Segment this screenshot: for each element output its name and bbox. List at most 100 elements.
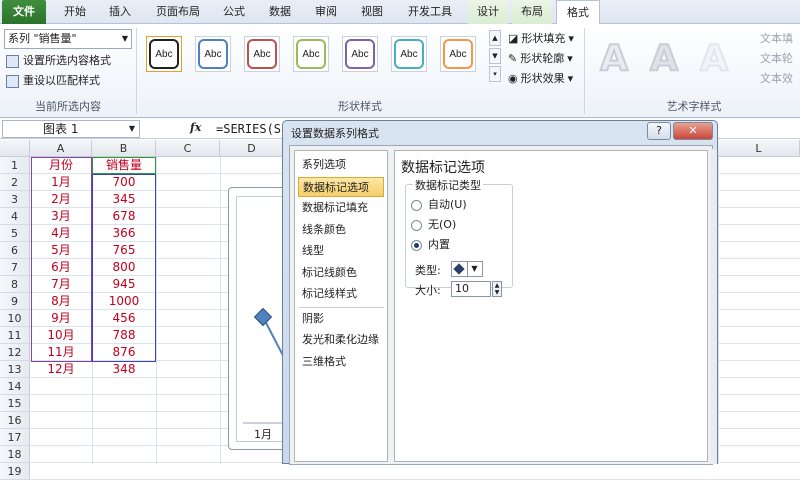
tab-view[interactable]: 视图	[352, 0, 392, 24]
nav-item-0[interactable]: 系列选项	[298, 155, 384, 175]
close-button[interactable]: ✕	[673, 122, 713, 140]
marker-type-dropdown[interactable]: ▼	[451, 261, 483, 277]
shape-style-swatch[interactable]: Abc	[195, 36, 231, 72]
nav-item-6[interactable]: 标记线样式	[298, 284, 384, 304]
selection-dropdown[interactable]: 系列 "销售量" ▼	[4, 29, 132, 49]
shape-effects-icon: ◉	[508, 72, 518, 85]
shape-style-swatch[interactable]: Abc	[440, 36, 476, 72]
insert-function-icon[interactable]: fx	[190, 121, 201, 134]
column-header-b[interactable]: B	[92, 140, 156, 157]
nav-item-5[interactable]: 标记线颜色	[298, 263, 384, 283]
shape-outline-button[interactable]: ✎ 形状轮廓 ▾	[508, 50, 573, 68]
wordart-style-1[interactable]: A	[592, 34, 636, 82]
shape-style-preview: Abc	[198, 39, 228, 69]
wordart-style-2[interactable]: A	[642, 34, 686, 82]
select-all-corner[interactable]	[0, 140, 30, 157]
shape-style-swatch[interactable]: Abc	[146, 36, 182, 72]
chevron-down-icon: ▼	[121, 34, 128, 43]
dialog-body: 系列选项 数据标记选项 数据标记填充 线条颜色 线型 标记线颜色 标记线样式阴影 发光和柔化边…	[289, 145, 713, 465]
row-header[interactable]: 12	[0, 344, 30, 361]
gallery-scroll-up[interactable]: ▲	[489, 30, 501, 46]
column-header-d[interactable]: D	[220, 140, 284, 157]
group-label-current-selection: 当前所选内容	[35, 100, 101, 113]
shape-style-preview: Abc	[296, 39, 326, 69]
text-fill-button[interactable]: 文本填	[760, 30, 793, 48]
row-header[interactable]: 9	[0, 293, 30, 310]
tab-page-layout[interactable]: 页面布局	[146, 0, 210, 24]
shape-style-swatch[interactable]: Abc	[244, 36, 280, 72]
shape-style-swatch[interactable]: Abc	[293, 36, 329, 72]
nav-item-2[interactable]: 数据标记填充	[298, 198, 384, 218]
column-header-c[interactable]: C	[156, 140, 220, 157]
nav-item-4[interactable]: 线型	[298, 241, 384, 261]
tab-file[interactable]: 文件	[2, 0, 46, 24]
cell-sales[interactable]: 348	[92, 361, 156, 378]
shape-fill-button[interactable]: ◪ 形状填充 ▾	[508, 30, 574, 48]
tab-chart-format[interactable]: 格式	[556, 0, 600, 25]
radio-built-in[interactable]: 内置	[411, 237, 450, 253]
row-header[interactable]: 3	[0, 191, 30, 208]
shape-effects-button[interactable]: ◉ 形状效果 ▾	[508, 70, 573, 88]
marker-size-input[interactable]: 10	[451, 281, 491, 297]
radio-none[interactable]: 无(O)	[411, 217, 456, 233]
tab-developer[interactable]: 开发工具	[398, 0, 462, 24]
tab-home[interactable]: 开始	[56, 0, 94, 24]
marker-type-label: 类型:	[415, 264, 441, 277]
formula-input[interactable]: =SERIES(S	[216, 120, 281, 138]
cell-month[interactable]: 12月	[30, 361, 92, 378]
dialog-panel: 数据标记选项 数据标记类型 自动(U) 无(O) 内置 类型: ▼ 大小: 10…	[394, 150, 708, 462]
tab-insert[interactable]: 插入	[100, 0, 140, 24]
nav-item-3[interactable]: 线条颜色	[298, 220, 384, 240]
row-header[interactable]: 18	[0, 446, 30, 463]
nav-item-8[interactable]: 发光和柔化边缘	[298, 330, 384, 350]
text-effects-button[interactable]: 文本效	[760, 70, 793, 88]
gridline-column	[156, 157, 157, 464]
row-header[interactable]: 11	[0, 327, 30, 344]
nav-item-1[interactable]: 数据标记选项	[298, 176, 384, 197]
format-selection-button[interactable]: 设置所选内容格式	[6, 52, 111, 70]
tab-formulas[interactable]: 公式	[214, 0, 254, 24]
column-header-l[interactable]: L	[718, 140, 800, 157]
row-header[interactable]: 4	[0, 208, 30, 225]
row-header[interactable]: 16	[0, 412, 30, 429]
text-outline-button[interactable]: 文本轮	[760, 50, 793, 68]
row-header[interactable]: 1	[0, 157, 30, 174]
tab-review[interactable]: 审阅	[306, 0, 346, 24]
paint-bucket-icon: ◪	[508, 32, 519, 45]
help-button[interactable]: ?	[647, 122, 671, 140]
wordart-style-3[interactable]: A	[692, 34, 736, 82]
shape-style-preview: Abc	[443, 39, 473, 69]
row-header[interactable]: 17	[0, 429, 30, 446]
radio-dot-selected	[411, 239, 422, 251]
row-header[interactable]: 7	[0, 259, 30, 276]
reset-to-match-style-button[interactable]: 重设以匹配样式	[6, 72, 100, 90]
row-header[interactable]: 15	[0, 395, 30, 412]
row-header[interactable]: 6	[0, 242, 30, 259]
shape-style-swatch[interactable]: Abc	[342, 36, 378, 72]
gallery-scroll-down[interactable]: ▼	[489, 48, 501, 64]
tab-chart-layout[interactable]: 布局	[512, 0, 552, 24]
chevron-down-icon: ▾	[567, 52, 573, 65]
radio-automatic[interactable]: 自动(U)	[411, 197, 467, 213]
tab-chart-design[interactable]: 设计	[468, 0, 508, 24]
row-header[interactable]: 10	[0, 310, 30, 327]
plot-area[interactable]	[236, 196, 290, 442]
tab-data[interactable]: 数据	[260, 0, 300, 24]
vertical-scrollbar[interactable]	[711, 149, 717, 464]
row-header[interactable]: 13	[0, 361, 30, 378]
marker-size-spinner[interactable]: ▲ ▼	[492, 281, 502, 297]
data-marker[interactable]	[253, 307, 273, 327]
format-data-series-dialog: 设置数据系列格式 ? ✕ 系列选项 数据标记选项 数据标记填充 线条颜色 线型 标记线颜色…	[282, 120, 718, 465]
row-header[interactable]: 2	[0, 174, 30, 191]
row-header[interactable]: 19	[0, 463, 30, 480]
nav-item-7[interactable]: 阴影	[298, 309, 384, 329]
chevron-down-icon: ▾	[568, 32, 574, 45]
row-header[interactable]: 5	[0, 225, 30, 242]
row-header[interactable]: 8	[0, 276, 30, 293]
name-box[interactable]: 图表 1 ▼	[2, 120, 140, 138]
gallery-more[interactable]: ▾	[489, 66, 501, 82]
column-header-a[interactable]: A	[30, 140, 92, 157]
shape-style-swatch[interactable]: Abc	[391, 36, 427, 72]
nav-item-9[interactable]: 三维格式	[298, 352, 384, 372]
row-header[interactable]: 14	[0, 378, 30, 395]
